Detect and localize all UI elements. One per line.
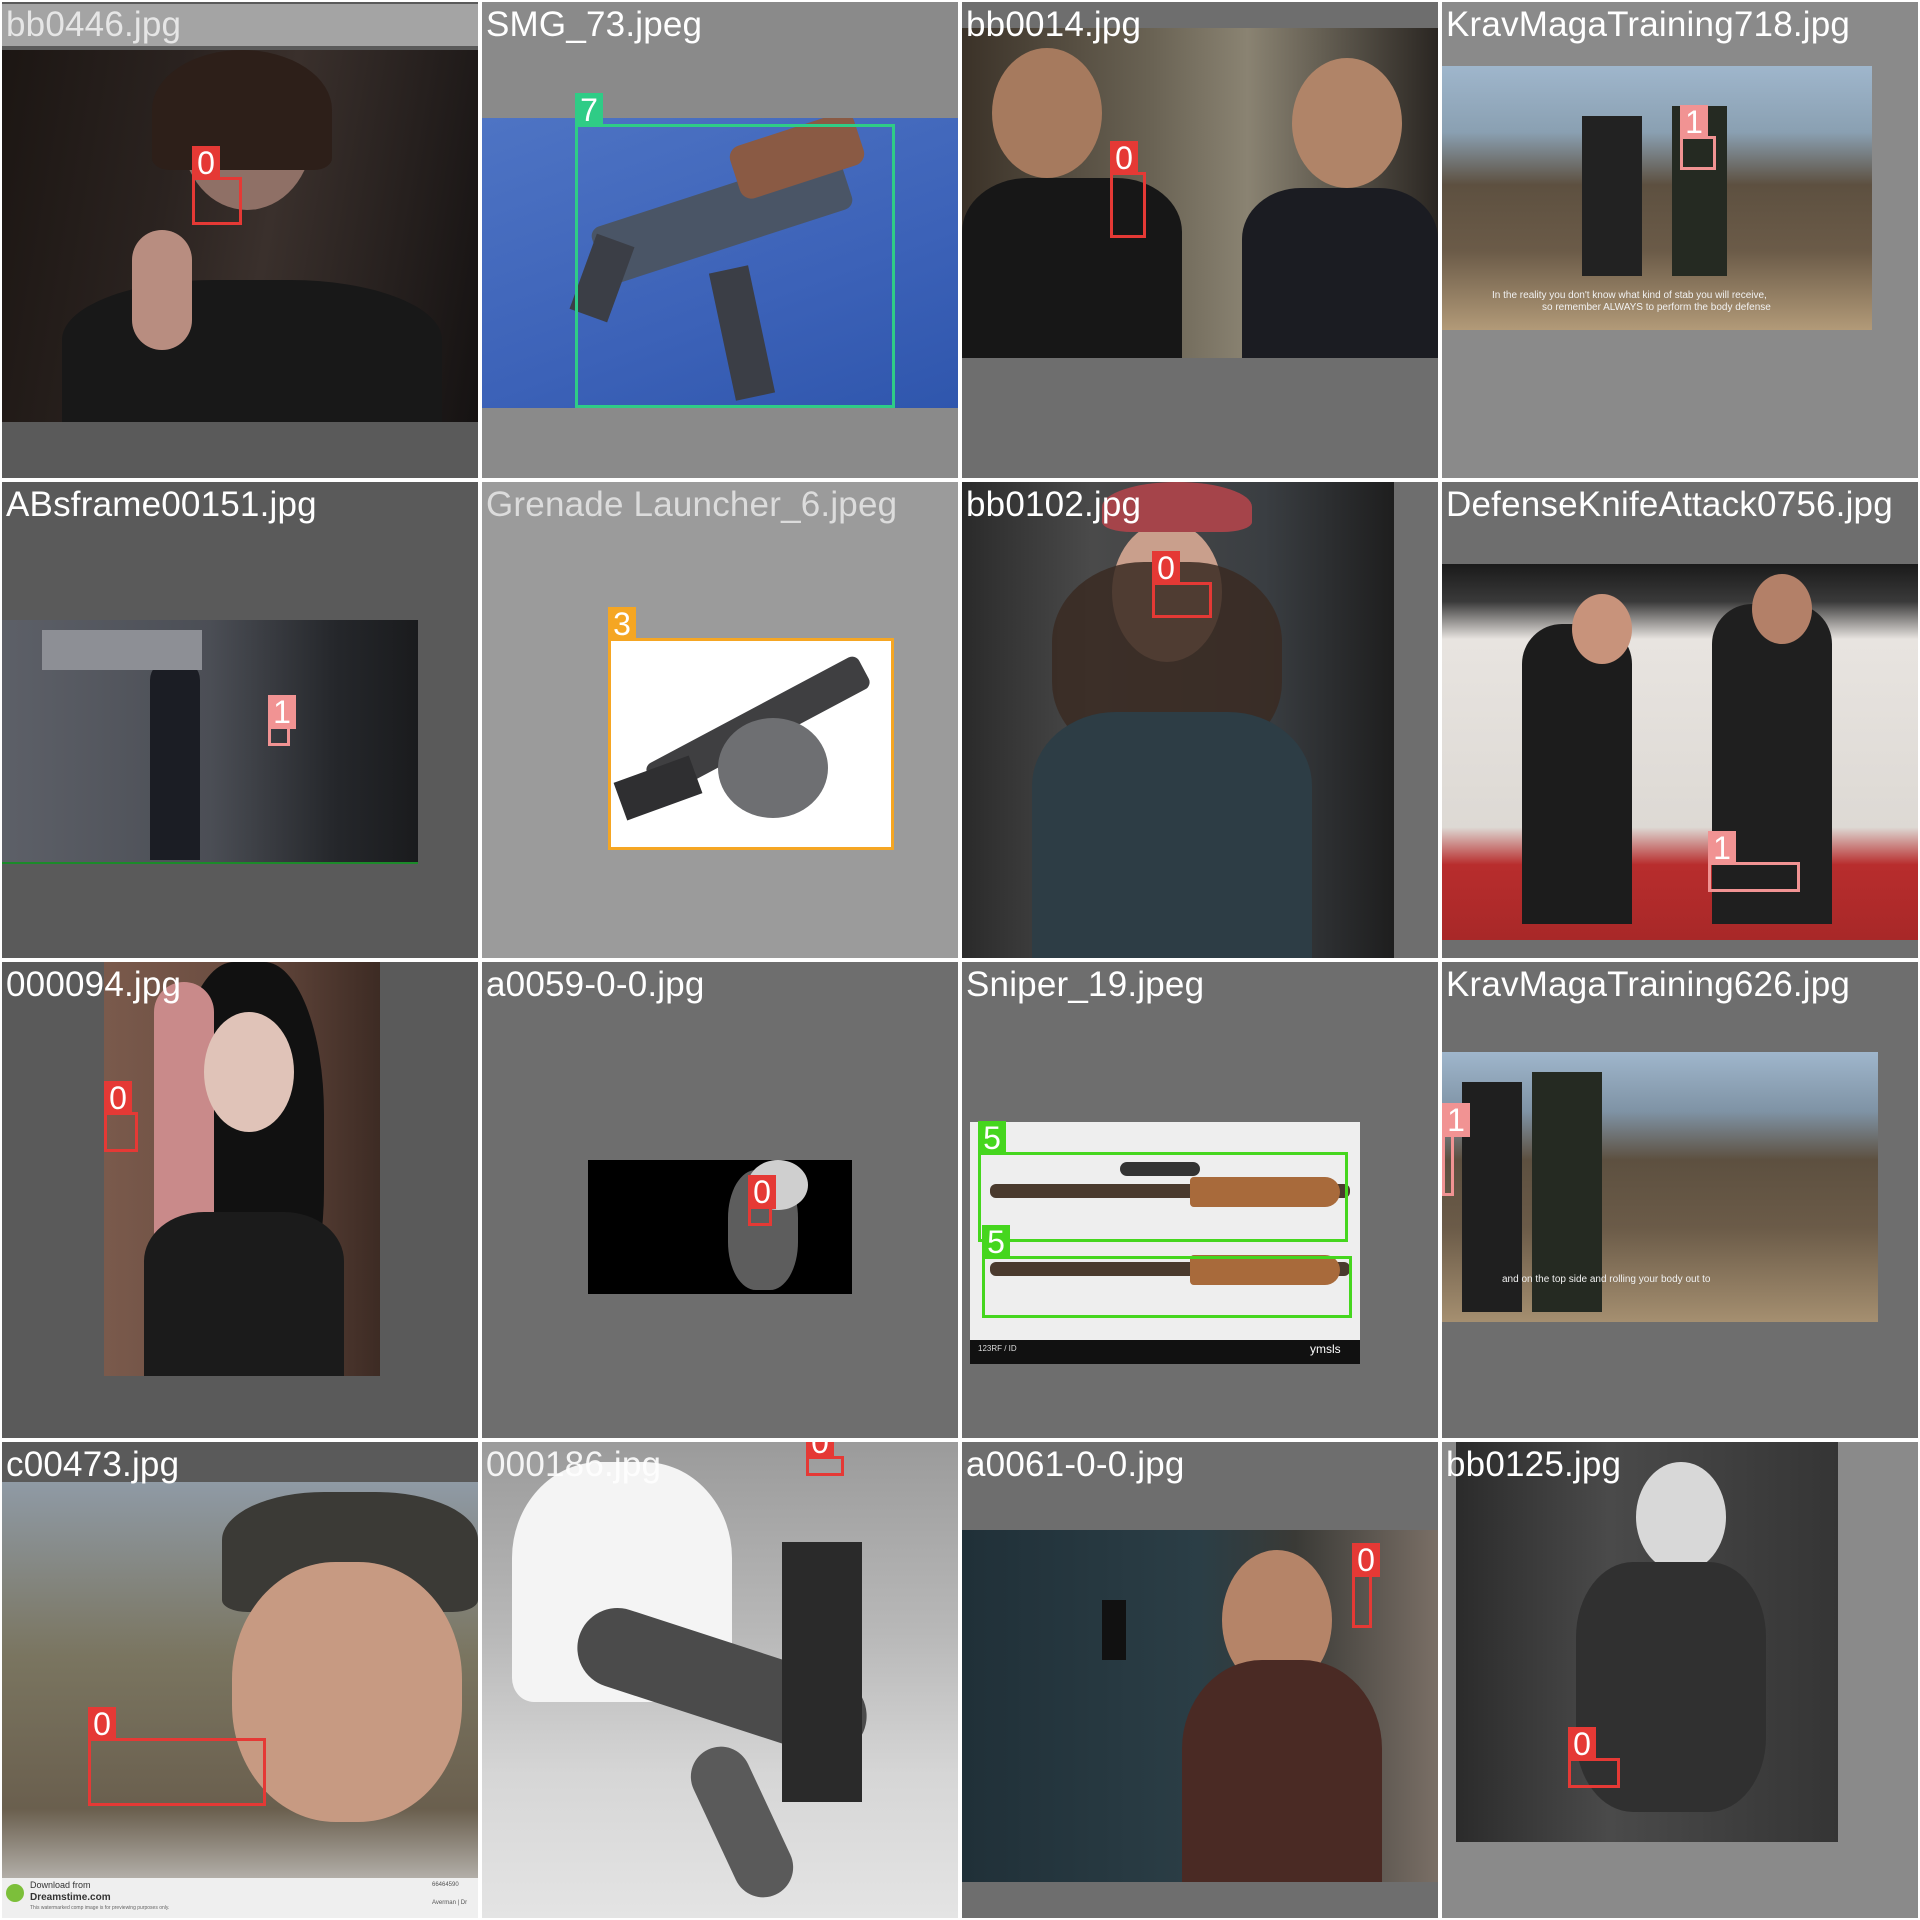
detection-box: 0 [1152,551,1212,618]
detection-class-label: 0 [806,1442,834,1459]
detection-box: 0 [1110,141,1146,238]
detection-class-label: 1 [1442,1103,1470,1137]
tile-filename: bb0446.jpg [2,4,478,46]
tile-sniper-19: 123RF / ID ymsls Sniper_19.jpeg 5 5 [962,962,1438,1438]
photo-man-cap-smoking: Download from Dreamstime.com This waterm… [2,1482,478,1918]
watermark-note: This watermarked comp image is for previ… [30,1905,170,1911]
tile-filename: KravMagaTraining626.jpg [1446,965,1851,1004]
detection-box: 0 [748,1175,776,1226]
tile-000186: 000186.jpg 0 [482,1442,958,1918]
photo-woman-sofa-bw [1456,1442,1838,1918]
detection-box: 1 [1708,831,1800,892]
watermark-site: Dreamstime.com [30,1892,111,1903]
detection-class-label: 1 [1680,105,1708,139]
tile-filename: SMG_73.jpeg [486,5,703,44]
photo-man-at-wall [2,620,418,864]
stock-photo-id: 123RF / ID [978,1344,1017,1353]
detection-box: 0 [1352,1543,1380,1628]
tile-krav-718: In the reality you don't know what kind … [1442,2,1918,478]
tile-a0061-0-0: a0061-0-0.jpg 0 [962,1442,1438,1918]
stock-photo-logo: ymsls [1310,1342,1341,1356]
detection-class-label: 0 [1152,551,1180,585]
detection-class-label: 5 [982,1225,1010,1259]
detection-box: 0 [1568,1727,1620,1788]
tile-filename: 000186.jpg [486,1445,662,1484]
detection-class-label: 0 [88,1707,116,1741]
detection-class-label: 0 [104,1081,132,1115]
tile-filename: c00473.jpg [6,1445,180,1484]
tile-filename: bb0102.jpg [966,485,1142,524]
tile-bb0125: bb0125.jpg 0 [1442,1442,1918,1918]
detection-box: 5 [978,1121,1348,1242]
tile-absframe-00151: ABsframe00151.jpg 1 [2,482,478,958]
tile-bb0014: bb0014.jpg 0 [962,2,1438,478]
detection-class-label: 0 [1568,1727,1596,1761]
tile-filename: KravMagaTraining718.jpg [1446,5,1851,44]
detection-class-label: 0 [1110,141,1138,175]
tile-filename: DefenseKnifeAttack0756.jpg [1446,485,1893,524]
photo-woman-smoking [2,50,478,422]
tile-grenade-launcher-6: Grenade Launcher_6.jpeg 3 [482,482,958,958]
detection-box: 0 [806,1442,844,1476]
photo-woman-seated-bw [482,1442,958,1918]
detection-class-label: 0 [1352,1543,1380,1577]
tile-a0059-0-0: a0059-0-0.jpg 0 [482,962,958,1438]
photo-dark-figure [588,1160,852,1294]
tile-filename: a0061-0-0.jpg [966,1445,1185,1484]
grid-separator [0,1438,1920,1442]
photo-woman-pink-hair [104,962,380,1376]
grid-separator [0,958,1920,962]
tile-bb0102: bb0102.jpg 0 [962,482,1438,958]
tile-bb0446: bb0446.jpg 0 [2,2,478,478]
photo-krav-718: In the reality you don't know what kind … [1442,66,1872,330]
caption-line: so remember ALWAYS to perform the body d… [1542,302,1771,313]
tile-filename: bb0125.jpg [1446,1445,1622,1484]
tile-smg-73: SMG_73.jpeg 7 [482,2,958,478]
watermark-download: Download from [30,1880,91,1890]
dreamstime-logo-icon [6,1884,24,1902]
detection-box: 0 [104,1081,138,1152]
detection-class-label: 3 [608,607,636,641]
photo-two-men [962,28,1438,358]
tile-filename: Grenade Launcher_6.jpeg [486,485,898,524]
detection-mosaic: bb0446.jpg 0 SMG_73.jpeg 7 bb0014.jpg 0 [0,0,1920,1920]
grid-separator [0,478,1920,482]
caption-line: and on the top side and rolling your bod… [1502,1274,1711,1285]
tile-c00473: Download from Dreamstime.com This waterm… [2,1442,478,1918]
caption-line: In the reality you don't know what kind … [1492,290,1767,301]
tile-filename: a0059-0-0.jpg [486,965,705,1004]
detection-box: 1 [1442,1103,1470,1196]
detection-box: 1 [268,695,296,746]
watermark-id: 66464590 [432,1882,459,1888]
photo-knife-defense [1442,564,1918,940]
tile-defense-knife-attack-0756: DefenseKnifeAttack0756.jpg 1 [1442,482,1918,958]
detection-class-label: 0 [192,146,220,180]
detection-box: 5 [982,1225,1352,1318]
tile-filename: 000094.jpg [6,965,182,1004]
tile-filename: ABsframe00151.jpg [6,485,317,524]
tile-filename: Sniper_19.jpeg [966,965,1205,1004]
detection-box: 0 [192,146,242,225]
detection-class-label: 5 [978,1121,1006,1155]
tile-krav-626: and on the top side and rolling your bod… [1442,962,1918,1438]
photo-krav-626: and on the top side and rolling your bod… [1442,1052,1878,1322]
detection-class-label: 0 [748,1175,776,1209]
detection-box: 0 [88,1707,266,1806]
detection-class-label: 1 [268,695,296,729]
watermark-credit: Averman | Dr [432,1900,468,1906]
detection-box: 1 [1680,105,1716,170]
detection-box: 3 [608,607,894,850]
tile-filename: bb0014.jpg [966,5,1142,44]
detection-class-label: 7 [575,93,603,127]
detection-box: 7 [575,93,895,408]
detection-class-label: 1 [1708,831,1736,865]
tile-000094: 000094.jpg 0 [2,962,478,1438]
